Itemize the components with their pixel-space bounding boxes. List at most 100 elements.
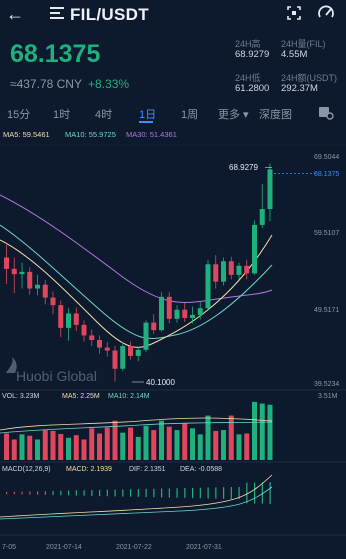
tab-1w[interactable]: 1周 [181, 106, 198, 122]
tab-1d[interactable]: 1日 [139, 106, 156, 122]
macd-bar [192, 487, 194, 499]
volume-bar [11, 439, 17, 460]
speedometer-icon[interactable] [317, 4, 335, 22]
volume-bar [42, 430, 48, 460]
price-axis-tick: 39.5234 [314, 381, 339, 388]
macd-bar [215, 487, 217, 499]
kline-chart[interactable]: MA5: 59.5461 MA10: 55.9725 MA30: 51.4361… [0, 125, 346, 559]
macd-bar [269, 482, 271, 504]
volume-bar [267, 404, 273, 460]
macd-bar [114, 489, 116, 497]
volume-bar [182, 423, 188, 460]
candle-body [27, 271, 33, 289]
macd-bar [230, 487, 232, 499]
candle-body [35, 284, 40, 289]
macd-bar [44, 491, 46, 495]
last-price-tag: 68.1375 [314, 171, 339, 178]
tab-4h[interactable]: 4时 [95, 106, 112, 122]
macd-bar [223, 487, 225, 499]
candle-body [112, 350, 118, 369]
volume-bar [27, 435, 33, 460]
stat-value: 4.55M [281, 49, 308, 60]
candle-body [252, 224, 257, 274]
macd-value: MACD: 2.1939 [66, 466, 112, 473]
volume-bar [174, 430, 180, 460]
tab-more[interactable]: 更多 ▾ [218, 106, 249, 122]
macd-bar [168, 488, 170, 498]
candle-body [97, 339, 102, 348]
macd-bar [6, 492, 8, 494]
candle-body [11, 268, 17, 275]
volume-bar [190, 428, 195, 460]
price-axis-tick: 59.5107 [314, 230, 339, 237]
candle-body [159, 296, 164, 331]
price-axis-tick: 69.5044 [314, 154, 339, 161]
macd-bar [130, 489, 132, 497]
candle-body [81, 324, 87, 336]
volume-bar [205, 415, 211, 460]
macd-bar [184, 488, 186, 498]
dif-value: DIF: 2.1351 [129, 466, 166, 473]
active-tab-indicator [139, 121, 153, 123]
back-arrow-icon[interactable]: ← [6, 4, 24, 25]
macd-bar [83, 490, 85, 496]
dea-value: DEA: -0.0588 [180, 466, 222, 473]
candle-body [128, 346, 133, 356]
candle-body [73, 313, 79, 325]
candle-body [89, 335, 95, 340]
candle-body [190, 315, 195, 319]
stat-value: 61.2800 [235, 83, 270, 94]
macd-bar [145, 488, 147, 498]
volume-bar [97, 433, 102, 460]
volume-bar [89, 428, 95, 460]
vol-axis-max: 3.51M [318, 393, 338, 400]
candle-body [228, 261, 234, 275]
fullscreen-icon[interactable] [287, 6, 301, 20]
candle-body [166, 296, 172, 319]
candle-body [19, 271, 25, 275]
ma30-label: MA30: 51.4361 [126, 130, 177, 139]
volume-bar [66, 437, 71, 460]
candle-body [259, 209, 265, 225]
price-axis-tick: 49.5171 [314, 307, 339, 314]
volume-bar [244, 433, 250, 460]
macd-bar [29, 491, 31, 495]
macd-bar [106, 489, 108, 497]
volume-bar [128, 427, 133, 460]
macd-bar [137, 489, 139, 497]
tab-15m[interactable]: 15分 [7, 106, 30, 122]
volume-bar [159, 420, 164, 460]
tab-1h[interactable]: 1时 [53, 106, 70, 122]
candle-body [221, 261, 226, 282]
candle-body [42, 284, 48, 298]
indicator-settings-icon[interactable] [318, 105, 334, 120]
candle-body [151, 322, 157, 331]
macd-bar [161, 488, 163, 498]
candle-body [66, 313, 71, 328]
macd-name: MACD(12,26,9) [2, 466, 51, 473]
macd-bar [21, 491, 23, 495]
ma5-label: MA5: 59.5461 [3, 130, 50, 139]
volume-bar [104, 427, 110, 460]
macd-bar [122, 489, 124, 497]
stat-value: 292.37M [281, 83, 318, 94]
macd-bar [246, 482, 248, 504]
macd-bar [75, 490, 77, 496]
menu-icon[interactable] [50, 7, 64, 21]
price-cny: ≈437.78 CNY [10, 77, 82, 91]
stat-value: 68.9279 [235, 49, 270, 60]
candle-body [197, 308, 203, 316]
macd-bar [68, 490, 70, 496]
tab-depth[interactable]: 深度图 [259, 106, 292, 122]
volume-bar [221, 430, 226, 460]
volume-bar [120, 432, 126, 460]
macd-bar [60, 490, 62, 496]
macd-bar [254, 482, 256, 504]
last-price: 68.1375 [10, 40, 101, 68]
date-tick: 7-05 [2, 544, 16, 551]
low-label: 40.1000 [146, 378, 175, 387]
volume-bar [252, 401, 257, 460]
volume-bar [4, 433, 9, 460]
candle-body [58, 305, 64, 328]
pair-title[interactable]: FIL/USDT [70, 5, 149, 25]
